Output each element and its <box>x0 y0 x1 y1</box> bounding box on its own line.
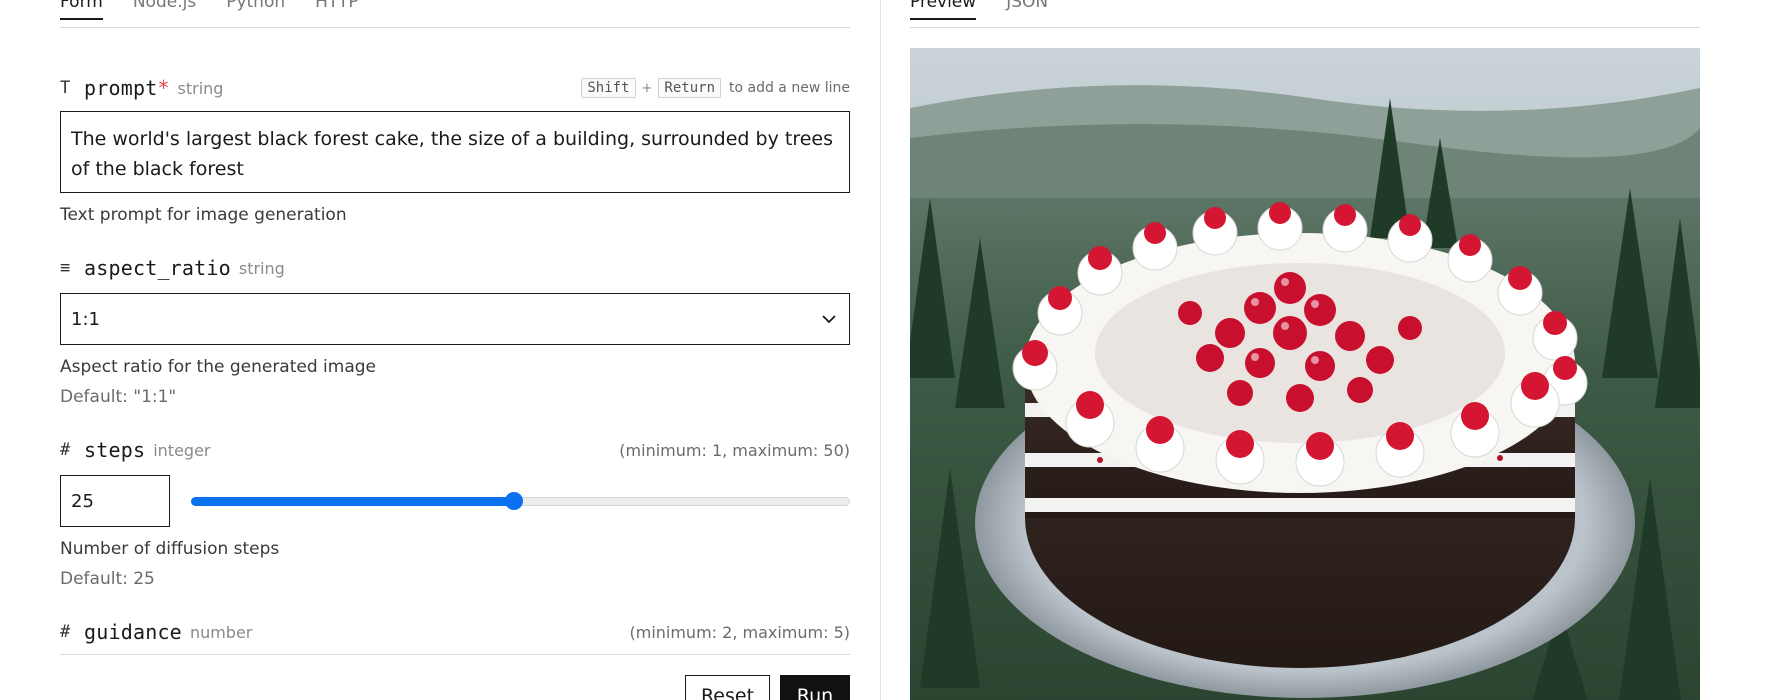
return-key: Return <box>658 78 721 98</box>
aspect-ratio-select[interactable]: 1:1 <box>60 293 850 345</box>
text-type-icon: T <box>60 78 71 98</box>
page: Form Node.js Python HTTP T prompt * stri… <box>0 0 1781 700</box>
run-button[interactable]: Run <box>780 675 850 700</box>
aspect-ratio-value: 1:1 <box>71 308 100 330</box>
aspect-ratio-description: Aspect ratio for the generated image <box>60 357 376 377</box>
steps-slider[interactable] <box>191 492 850 510</box>
prompt-label: prompt <box>84 76 158 100</box>
panel-divider <box>880 0 881 700</box>
newline-hint-text: to add a new line <box>729 80 850 96</box>
prompt-description: Text prompt for image generation <box>60 205 347 225</box>
aspect-ratio-field-header: ≡ aspect_ratio string <box>60 254 850 282</box>
plus-sign: + <box>641 80 653 96</box>
tab-preview[interactable]: Preview <box>910 0 977 20</box>
cake-image-illustration <box>910 48 1700 700</box>
prompt-textarea[interactable]: The world's largest black forest cake, t… <box>60 111 850 193</box>
steps-range: (minimum: 1, maximum: 50) <box>619 440 850 460</box>
steps-default: Default: 25 <box>60 569 155 589</box>
tab-json[interactable]: JSON <box>1006 0 1048 20</box>
steps-field-header: # steps integer (minimum: 1, maximum: 50… <box>60 436 850 464</box>
steps-label: steps <box>84 438 146 462</box>
slider-fill <box>191 497 514 506</box>
reset-button[interactable]: Reset <box>685 675 770 700</box>
tab-nodejs[interactable]: Node.js <box>133 0 196 20</box>
newline-hint: Shift + Return to add a new line <box>581 78 850 98</box>
number-type-icon: # <box>60 622 71 642</box>
guidance-field-header: # guidance number (minimum: 2, maximum: … <box>60 618 850 646</box>
guidance-range: (minimum: 2, maximum: 5) <box>629 622 850 642</box>
left-tabs: Form Node.js Python HTTP <box>60 0 850 28</box>
shift-key: Shift <box>581 78 636 98</box>
tab-python[interactable]: Python <box>226 0 285 20</box>
required-marker: * <box>157 76 170 100</box>
prompt-type: string <box>177 78 224 98</box>
steps-input[interactable]: 25 <box>60 475 170 527</box>
steps-type: integer <box>153 440 211 460</box>
aspect-ratio-default: Default: "1:1" <box>60 387 177 407</box>
guidance-label: guidance <box>84 620 182 644</box>
aspect-ratio-type: string <box>238 258 285 278</box>
generated-image <box>910 48 1700 700</box>
tab-http[interactable]: HTTP <box>315 0 359 20</box>
slider-thumb[interactable] <box>504 492 523 510</box>
number-type-icon: # <box>60 440 71 460</box>
right-tabs: Preview JSON <box>910 0 1700 28</box>
prompt-field-header: T prompt * string Shift + Return to add … <box>60 74 850 102</box>
guidance-type: number <box>189 622 253 642</box>
chevron-down-icon <box>822 315 836 324</box>
output-panel: Preview JSON <box>910 0 1700 700</box>
aspect-ratio-label: aspect_ratio <box>84 256 231 280</box>
list-type-icon: ≡ <box>60 258 71 278</box>
form-panel: Form Node.js Python HTTP T prompt * stri… <box>60 0 850 700</box>
tab-form[interactable]: Form <box>60 0 103 20</box>
form-footer-divider <box>60 654 850 655</box>
steps-description: Number of diffusion steps <box>60 539 280 559</box>
